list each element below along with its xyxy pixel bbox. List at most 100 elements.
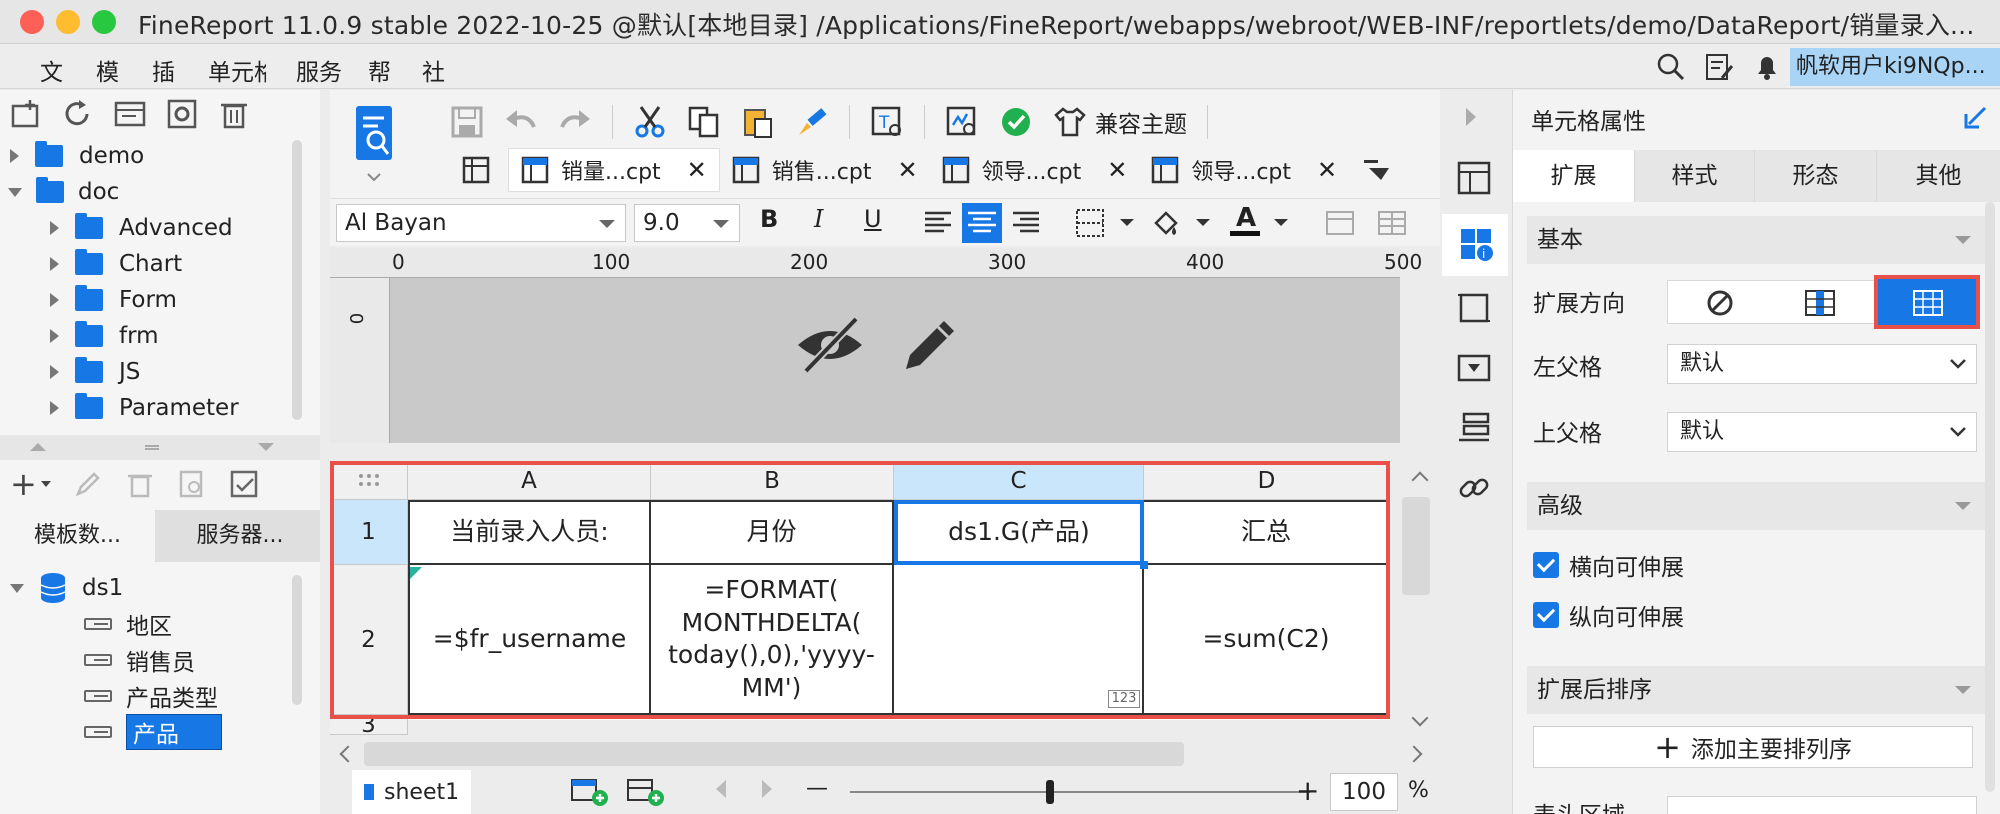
- field-item-selected[interactable]: 产品: [0, 714, 300, 750]
- tab-list-icon[interactable]: [1361, 154, 1393, 186]
- file-tab-4[interactable]: 领导...cpt ✕: [1139, 148, 1349, 192]
- minimize-window-icon[interactable]: [56, 10, 80, 34]
- field-item[interactable]: 地区: [0, 606, 300, 642]
- merge-cell-icon[interactable]: [1324, 207, 1356, 239]
- tree-item-parameter[interactable]: Parameter: [0, 390, 300, 426]
- collapse-down-icon[interactable]: [258, 443, 274, 451]
- tab-style[interactable]: 样式: [1635, 150, 1755, 202]
- paste-icon[interactable]: [741, 105, 775, 139]
- check-ok-icon[interactable]: [999, 105, 1033, 139]
- scroll-thumb[interactable]: [1402, 497, 1430, 595]
- column-header-a[interactable]: A: [408, 462, 651, 500]
- tree-item-frm[interactable]: frm: [0, 318, 300, 354]
- file-tab-1[interactable]: 销量...cpt ✕: [508, 148, 720, 192]
- design-mode-icon[interactable]: [354, 104, 398, 184]
- check-data-icon[interactable]: [229, 469, 259, 499]
- row-header-3[interactable]: 3: [330, 715, 408, 735]
- cell-b1[interactable]: 月份: [651, 500, 894, 565]
- search-icon[interactable]: [1656, 52, 1686, 82]
- column-header-d[interactable]: D: [1144, 462, 1390, 500]
- cut-icon[interactable]: [633, 105, 667, 139]
- left-parent-select[interactable]: 默认: [1667, 344, 1977, 384]
- border-icon[interactable]: [1074, 207, 1106, 239]
- add-dropdown-icon[interactable]: [40, 481, 51, 487]
- cell-d2[interactable]: =sum(C2): [1144, 565, 1390, 715]
- tab-other[interactable]: 其他: [1877, 150, 2000, 202]
- menu-help[interactable]: 帮: [368, 53, 391, 87]
- font-size-select[interactable]: 9.0: [634, 204, 740, 242]
- cell-condition-icon[interactable]: [1456, 350, 1492, 386]
- horizontal-extend-option[interactable]: 横向可伸展: [1533, 548, 1684, 582]
- header-area-select[interactable]: [1667, 796, 1977, 814]
- close-tab-icon[interactable]: ✕: [1107, 156, 1127, 184]
- next-sheet-icon[interactable]: [762, 780, 772, 798]
- align-left-icon[interactable]: [922, 207, 954, 239]
- add-poly-sheet-icon[interactable]: [626, 776, 666, 808]
- tree-item-form[interactable]: Form: [0, 282, 300, 318]
- chevron-down-icon[interactable]: [1196, 219, 1210, 226]
- expand-arrow-icon[interactable]: [50, 293, 59, 307]
- add-sort-button[interactable]: + 添加主要排列序: [1533, 726, 1973, 768]
- link-icon[interactable]: [1456, 470, 1492, 506]
- chevron-down-icon[interactable]: [1120, 219, 1134, 226]
- panel-splitter[interactable]: [0, 435, 320, 460]
- align-center-button[interactable]: [962, 203, 1002, 243]
- collapse-arrow-icon[interactable]: [10, 583, 24, 593]
- close-tab-icon[interactable]: ✕: [897, 156, 917, 184]
- tree-item-chart[interactable]: Chart: [0, 246, 300, 282]
- edit-icon[interactable]: [73, 469, 103, 499]
- close-tab-icon[interactable]: ✕: [1317, 156, 1337, 184]
- field-item[interactable]: 销售员: [0, 642, 300, 678]
- widget-settings-icon[interactable]: [1456, 290, 1492, 326]
- chevron-down-icon[interactable]: [1274, 219, 1288, 226]
- row-header-1[interactable]: 1: [330, 500, 408, 565]
- pencil-icon[interactable]: [898, 313, 962, 377]
- horizontal-expand-button[interactable]: [1874, 275, 1980, 329]
- collapse-up-icon[interactable]: [30, 443, 46, 451]
- hidden-eye-icon[interactable]: [794, 313, 866, 377]
- add-sheet-icon[interactable]: [570, 776, 610, 808]
- italic-icon[interactable]: I: [814, 205, 823, 233]
- dock-arrow-icon[interactable]: [1963, 104, 1989, 130]
- add-dataset-icon[interactable]: +: [10, 465, 37, 503]
- refresh-icon[interactable]: [62, 98, 94, 130]
- copy-icon[interactable]: [687, 105, 721, 139]
- redo-icon[interactable]: [558, 105, 592, 139]
- preview-data-icon[interactable]: [177, 469, 207, 499]
- split-cell-icon[interactable]: [1376, 207, 1408, 239]
- preview-search-icon[interactable]: [945, 105, 979, 139]
- prev-sheet-icon[interactable]: [716, 780, 726, 798]
- select-all-corner[interactable]: [330, 462, 408, 500]
- menu-community[interactable]: 社: [422, 53, 445, 87]
- row-header-2[interactable]: 2: [330, 565, 408, 715]
- section-sort[interactable]: 扩展后排序: [1527, 666, 1987, 714]
- sheet-tab[interactable]: sheet1: [352, 770, 472, 814]
- section-basic[interactable]: 基本: [1527, 216, 1987, 264]
- zoom-slider-track[interactable]: [850, 791, 1310, 793]
- close-tab-icon[interactable]: ✕: [687, 156, 707, 184]
- column-header-b[interactable]: B: [651, 462, 894, 500]
- zoom-input[interactable]: 100: [1330, 773, 1398, 811]
- bold-icon[interactable]: B: [760, 205, 778, 233]
- align-right-icon[interactable]: [1010, 207, 1042, 239]
- vertical-expand-icon[interactable]: [1804, 289, 1836, 317]
- column-header-c[interactable]: C: [894, 462, 1144, 500]
- font-color-button[interactable]: A: [1230, 203, 1262, 243]
- menu-file[interactable]: 文: [40, 53, 63, 87]
- underline-icon[interactable]: U: [864, 205, 882, 233]
- grip-icon[interactable]: [145, 445, 159, 450]
- cell-a2[interactable]: =$fr_username: [408, 565, 651, 715]
- close-window-icon[interactable]: [20, 10, 44, 34]
- expand-arrow-icon[interactable]: [10, 149, 19, 163]
- checkbox-checked[interactable]: [1533, 552, 1559, 578]
- undo-icon[interactable]: [504, 105, 538, 139]
- cell-b2[interactable]: =FORMAT( MONTHDELTA( today(),0),'yyyy- M…: [651, 565, 894, 715]
- compatible-theme-button[interactable]: 兼容主题: [1053, 105, 1187, 139]
- tab-expand[interactable]: 扩展: [1513, 150, 1635, 202]
- file-tab-2[interactable]: 销售...cpt ✕: [720, 148, 930, 192]
- save-icon[interactable]: [450, 105, 484, 139]
- cell-element-icon[interactable]: [1456, 160, 1492, 196]
- tab-form[interactable]: 形态: [1755, 150, 1877, 202]
- cell-c1-selected[interactable]: ds1.G(产品): [894, 500, 1144, 565]
- user-account[interactable]: 帆软用户ki9NQp...: [1790, 48, 2000, 86]
